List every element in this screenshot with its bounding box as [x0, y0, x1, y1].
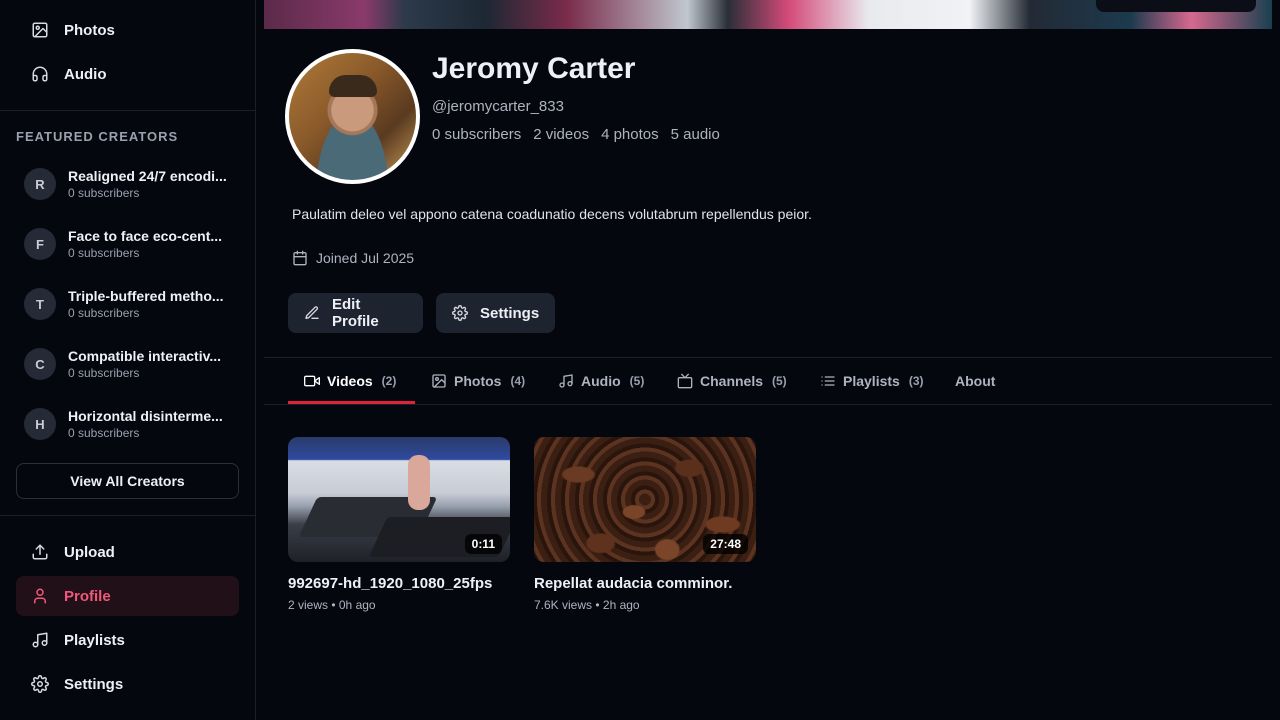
thumbnail-shape: [408, 455, 430, 510]
sidebar: Photos Audio FEATURED CREATORS R Realign…: [0, 0, 256, 720]
avatar: H: [24, 408, 56, 440]
tab-label: Photos: [454, 373, 502, 389]
avatar: T: [24, 288, 56, 320]
creator-subscribers: 0 subscribers: [68, 306, 140, 320]
profile-bio: Paulatim deleo vel appono catena coaduna…: [292, 206, 812, 222]
video-card[interactable]: 27:48 Repellat audacia comminor. 7.6K vi…: [534, 437, 756, 612]
tab-audio[interactable]: Audio (5): [558, 358, 644, 404]
music-note-icon: [558, 373, 574, 389]
sidebar-item-label: Playlists: [64, 631, 125, 649]
video-thumbnail[interactable]: 0:11: [288, 437, 510, 562]
avatar: F: [24, 228, 56, 260]
view-all-creators-button[interactable]: View All Creators: [16, 463, 239, 499]
profile-handle: @jeromycarter_833: [432, 98, 564, 115]
sidebar-divider: [0, 110, 256, 111]
joined-date: Joined Jul 2025: [292, 250, 414, 266]
sidebar-item-audio[interactable]: Audio: [16, 54, 239, 94]
stat-photos: 4 photos: [601, 126, 659, 143]
sidebar-item-label: Profile: [64, 587, 111, 605]
avatar: C: [24, 348, 56, 380]
creator-item[interactable]: F Face to face eco-cent... 0 subscribers: [16, 219, 239, 269]
tab-label: Playlists: [843, 373, 900, 389]
video-meta: 7.6K views • 2h ago: [534, 598, 640, 612]
sidebar-item-photos[interactable]: Photos: [16, 10, 239, 50]
image-icon: [16, 21, 64, 39]
video-title[interactable]: 992697-hd_1920_1080_25fps: [288, 575, 510, 592]
creator-item[interactable]: C Compatible interactiv... 0 subscribers: [16, 339, 239, 389]
tab-count: (5): [772, 374, 787, 388]
stat-videos: 2 videos: [533, 126, 590, 143]
tab-playlists[interactable]: Playlists (3): [820, 358, 924, 404]
image-icon: [431, 373, 447, 389]
creator-item[interactable]: H Horizontal disinterme... 0 subscribers: [16, 399, 239, 449]
tab-photos[interactable]: Photos (4): [431, 358, 525, 404]
avatar: R: [24, 168, 56, 200]
pencil-icon: [304, 305, 320, 321]
calendar-icon: [292, 250, 308, 266]
sidebar-item-upload[interactable]: Upload: [16, 532, 239, 572]
creator-name: Horizontal disinterme...: [68, 408, 223, 424]
profile-banner: [264, 0, 1272, 29]
tabs-bottom-divider: [264, 404, 1272, 405]
featured-creators-heading: FEATURED CREATORS: [16, 129, 179, 144]
edit-profile-label: Edit Profile: [332, 296, 379, 330]
tab-about[interactable]: About: [955, 358, 995, 404]
tv-icon: [677, 373, 693, 389]
tab-label: About: [955, 373, 996, 389]
tab-label: Audio: [581, 373, 621, 389]
creator-subscribers: 0 subscribers: [68, 426, 140, 440]
sidebar-item-settings[interactable]: Settings: [16, 664, 239, 704]
tab-label: Channels: [700, 373, 764, 389]
video-title[interactable]: Repellat audacia comminor.: [534, 575, 756, 592]
tab-count: (5): [629, 374, 645, 388]
profile-stats: 0 subscribers 2 videos 4 photos 5 audio: [432, 126, 720, 143]
creator-item[interactable]: R Realigned 24/7 encodi... 0 subscribers: [16, 159, 239, 209]
stat-subscribers: 0 subscribers: [432, 126, 522, 143]
app-root: Photos Audio FEATURED CREATORS R Realign…: [0, 0, 1280, 720]
stat-audio: 5 audio: [670, 126, 720, 143]
settings-button[interactable]: Settings: [436, 293, 555, 333]
sidebar-item-label: Photos: [64, 21, 115, 39]
creator-name: Face to face eco-cent...: [68, 228, 223, 244]
sidebar-item-label: Upload: [64, 543, 115, 561]
creator-item[interactable]: T Triple-buffered metho... 0 subscribers: [16, 279, 239, 329]
music-note-icon: [16, 631, 64, 649]
tab-count: (2): [381, 374, 397, 388]
video-card[interactable]: 0:11 992697-hd_1920_1080_25fps 2 views •…: [288, 437, 510, 612]
creator-subscribers: 0 subscribers: [68, 186, 140, 200]
tab-videos[interactable]: Videos (2): [304, 358, 396, 404]
gear-icon: [452, 305, 468, 321]
banner-button[interactable]: [1096, 0, 1256, 12]
profile-name: Jeromy Carter: [432, 52, 636, 85]
video-meta: 2 views • 0h ago: [288, 598, 376, 612]
sidebar-item-label: Settings: [64, 675, 124, 693]
creator-name: Compatible interactiv...: [68, 348, 221, 364]
creator-name: Realigned 24/7 encodi...: [68, 168, 227, 184]
headphones-icon: [16, 65, 64, 83]
user-icon: [16, 587, 64, 605]
sidebar-item-label: Audio: [64, 65, 107, 83]
video-duration: 27:48: [703, 534, 748, 554]
tab-count: (4): [510, 374, 526, 388]
profile-avatar: [285, 49, 420, 184]
tab-channels[interactable]: Channels (5): [677, 358, 787, 404]
video-icon: [304, 373, 320, 389]
list-icon: [820, 373, 836, 389]
avatar-hair: [329, 75, 377, 97]
sidebar-item-playlists[interactable]: Playlists: [16, 620, 239, 660]
tab-label: Videos: [327, 373, 373, 389]
upload-icon: [16, 543, 64, 561]
joined-label: Joined Jul 2025: [316, 250, 415, 266]
sidebar-divider: [0, 515, 256, 516]
tab-count: (3): [908, 374, 924, 388]
video-duration: 0:11: [464, 534, 502, 554]
creator-subscribers: 0 subscribers: [68, 366, 140, 380]
edit-profile-button[interactable]: Edit Profile: [288, 293, 423, 333]
sidebar-item-profile[interactable]: Profile: [16, 576, 239, 616]
settings-label: Settings: [480, 304, 540, 322]
creator-name: Triple-buffered metho...: [68, 288, 224, 304]
video-thumbnail[interactable]: 27:48: [534, 437, 756, 562]
creator-subscribers: 0 subscribers: [68, 246, 140, 260]
gear-icon: [16, 675, 64, 693]
